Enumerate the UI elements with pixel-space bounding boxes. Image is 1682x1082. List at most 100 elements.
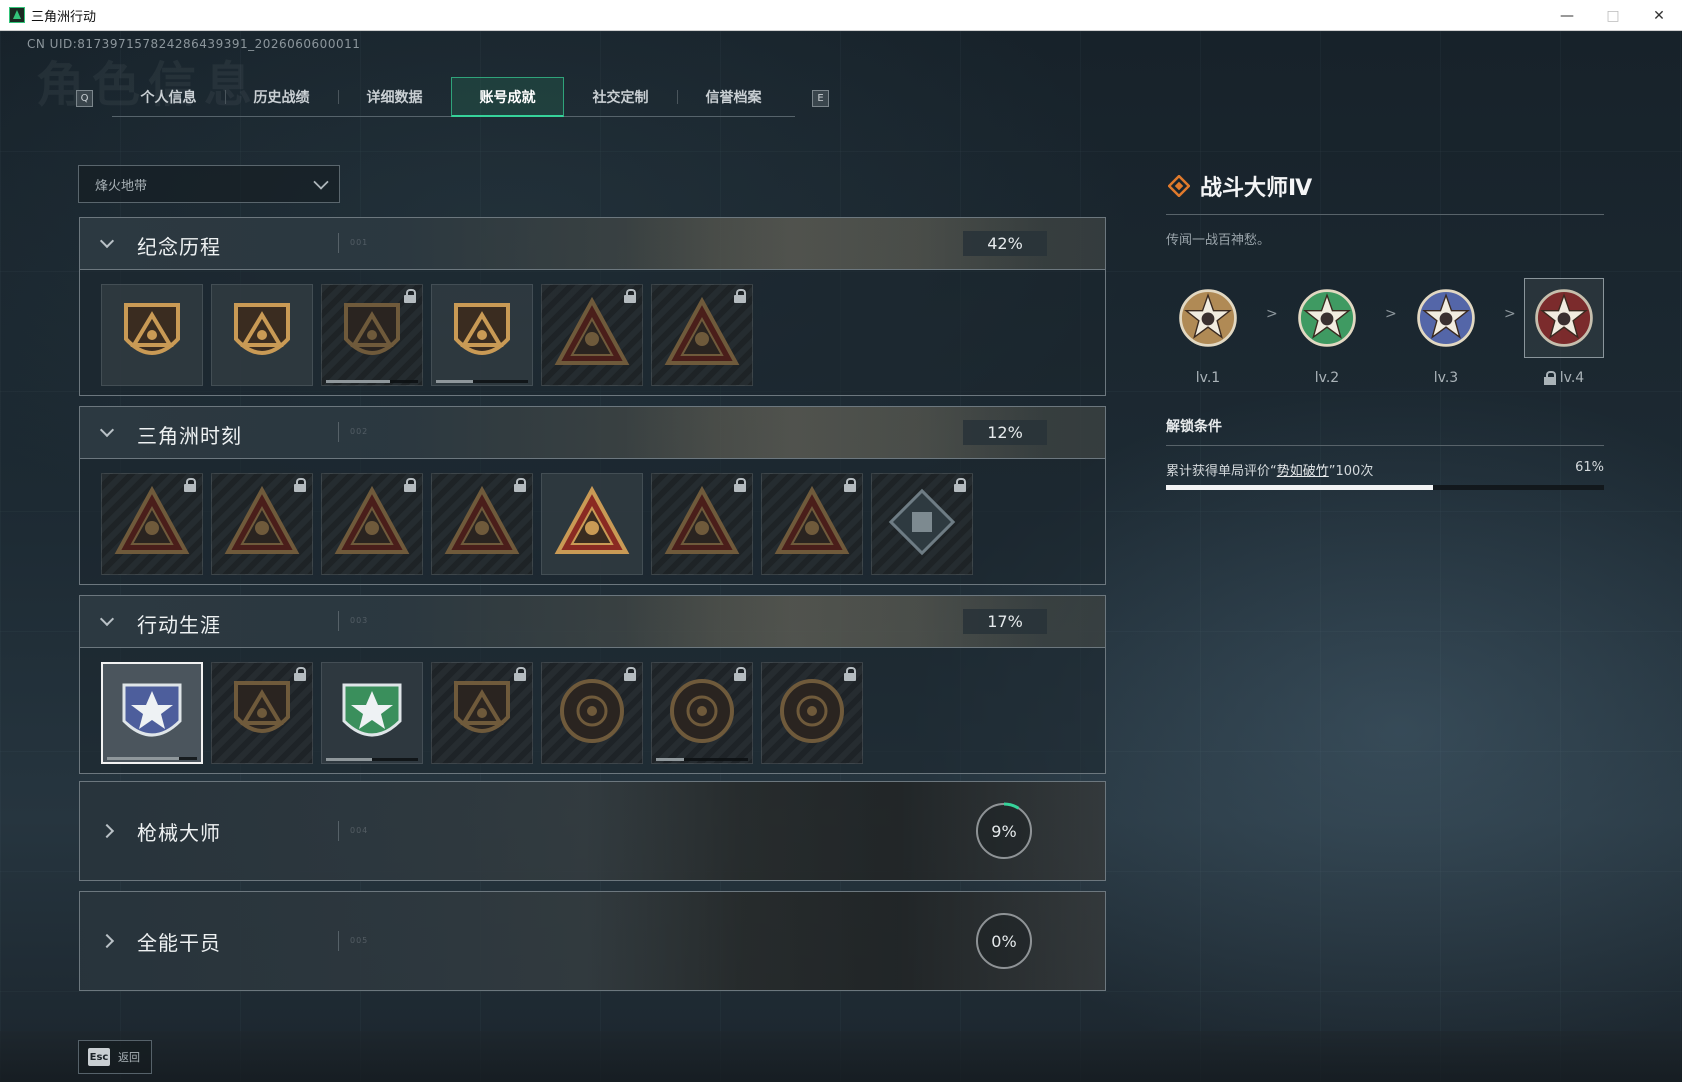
unlock-prefix: 累计获得单局评价“ <box>1166 464 1277 479</box>
maximize-icon[interactable]: □ <box>1590 0 1636 31</box>
category-delta-moments: 三角洲时刻 002 12% <box>79 406 1106 585</box>
category-title: 纪念历程 <box>137 235 221 259</box>
level-label: lv.4 <box>1543 370 1585 386</box>
lock-icon <box>624 289 636 303</box>
back-button[interactable]: Esc 返回 <box>78 1040 152 1074</box>
lock-icon <box>404 289 416 303</box>
esc-key-icon: Esc <box>88 1048 110 1066</box>
cube-diamond-icon <box>882 482 962 566</box>
achievement-badge[interactable] <box>431 662 533 764</box>
category-number: 004 <box>350 826 369 835</box>
unlock-suffix: ”100次 <box>1328 464 1374 479</box>
level-4[interactable]: lv.4 <box>1524 278 1604 388</box>
achievement-badge[interactable] <box>651 284 753 386</box>
mode-dropdown[interactable]: 烽火地带 <box>78 165 340 203</box>
lock-icon <box>404 478 416 492</box>
achievement-badge[interactable] <box>431 284 533 386</box>
category-progress: 17% <box>963 609 1047 634</box>
achievement-badge[interactable] <box>541 662 643 764</box>
detail-description: 传闻一战百神愁。 <box>1166 233 1271 248</box>
level-3[interactable]: lv.3 <box>1406 278 1486 388</box>
achievement-badge[interactable] <box>211 473 313 575</box>
tab-personal-info[interactable]: 个人信息 <box>112 77 225 117</box>
category-header[interactable]: 纪念历程 001 42% <box>80 218 1105 269</box>
category-progress: 12% <box>963 420 1047 445</box>
badge-progress-bar <box>656 758 748 761</box>
category-memorial: 纪念历程 001 42% <box>79 217 1106 396</box>
chevron-down-icon[interactable] <box>99 233 115 249</box>
chevron-right-icon[interactable] <box>99 823 115 839</box>
dice-triangle-icon <box>442 482 522 566</box>
badge-progress-bar <box>107 757 197 760</box>
tab-reputation[interactable]: 信誉档案 <box>677 77 790 117</box>
minimize-icon[interactable]: — <box>1544 0 1590 31</box>
achievement-badge[interactable] <box>541 473 643 575</box>
tab-history[interactable]: 历史战绩 <box>225 77 338 117</box>
achievement-badge[interactable] <box>871 473 973 575</box>
lock-icon <box>954 478 966 492</box>
tab-achievements[interactable]: 账号成就 <box>451 77 564 117</box>
achievement-badge[interactable] <box>541 284 643 386</box>
achievement-badge[interactable] <box>101 284 203 386</box>
badge-row <box>80 269 1105 395</box>
game-viewport: 角色信息 CN UID:817397157824286439391_202606… <box>0 31 1682 1082</box>
category-all-round-operator: 全能干员 005 0% <box>79 891 1106 991</box>
achievement-detail-panel: 战斗大师Ⅳ 传闻一战百神愁。 lv.1 > lv.2 > lv.3 > lv.4… <box>1166 166 1604 490</box>
badge-progress-fill <box>326 758 372 761</box>
tab-next-key-hint[interactable]: E <box>812 90 829 107</box>
level-1[interactable]: lv.1 <box>1168 278 1248 388</box>
lock-icon <box>514 478 526 492</box>
orange-diamond-icon <box>1168 175 1190 197</box>
bronze-star-medal-icon <box>1168 278 1248 358</box>
close-icon[interactable]: ✕ <box>1636 0 1682 31</box>
chevron-right-icon[interactable] <box>99 933 115 949</box>
category-header[interactable]: 全能干员 005 0% <box>80 892 1105 990</box>
achievement-badge[interactable] <box>211 284 313 386</box>
unlock-highlight-link[interactable]: 势如破竹 <box>1277 464 1329 479</box>
category-header[interactable]: 枪械大师 004 9% <box>80 782 1105 880</box>
level-label-text: lv.4 <box>1559 370 1585 386</box>
tab-social-custom[interactable]: 社交定制 <box>564 77 677 117</box>
tab-detailed-data[interactable]: 详细数据 <box>338 77 451 117</box>
eagle-crest-icon <box>442 293 522 377</box>
achievement-badge[interactable] <box>321 284 423 386</box>
unlock-condition-text: 累计获得单局评价“势如破竹”100次 <box>1166 460 1373 479</box>
level-progression: lv.1 > lv.2 > lv.3 > lv.4 <box>1166 278 1604 388</box>
achievement-badge[interactable] <box>431 473 533 575</box>
category-header[interactable]: 行动生涯 003 17% <box>80 596 1105 647</box>
eye-circle-icon <box>772 671 852 755</box>
achievement-badge[interactable] <box>761 662 863 764</box>
achievement-badge[interactable] <box>211 662 313 764</box>
category-number: 005 <box>350 936 369 945</box>
category-header[interactable]: 三角洲时刻 002 12% <box>80 407 1105 458</box>
hooded-triangle-icon <box>552 293 632 377</box>
lock-icon <box>734 667 746 681</box>
hex-shield-icon <box>332 293 412 377</box>
squad-triangle-icon <box>662 482 742 566</box>
kneeling-triangle-icon <box>332 482 412 566</box>
achievement-badge[interactable] <box>321 473 423 575</box>
achievement-badge[interactable] <box>651 662 753 764</box>
tab-prev-key-hint[interactable]: Q <box>76 90 93 107</box>
badge-progress-fill <box>656 758 684 761</box>
level-2[interactable]: lv.2 <box>1287 278 1367 388</box>
achievement-badge[interactable] <box>321 662 423 764</box>
achievement-badge[interactable] <box>101 473 203 575</box>
unlock-progress-fill <box>1166 485 1434 490</box>
divider <box>1166 214 1604 215</box>
red-star-medal-icon <box>1524 278 1604 358</box>
mode-dropdown-value: 烽火地带 <box>95 178 148 194</box>
lock-icon <box>294 478 306 492</box>
achievement-badge[interactable] <box>651 473 753 575</box>
chevron-down-icon[interactable] <box>99 611 115 627</box>
divider <box>338 821 339 841</box>
unlock-condition-title: 解锁条件 <box>1166 419 1222 435</box>
level-arrow: > <box>1385 306 1397 322</box>
category-number: 002 <box>350 427 369 436</box>
green-star-shield-icon <box>332 671 412 755</box>
category-title: 行动生涯 <box>137 613 221 637</box>
achievement-badge[interactable] <box>761 473 863 575</box>
chevron-down-icon[interactable] <box>99 422 115 438</box>
achievement-badge[interactable] <box>101 662 203 764</box>
divider <box>338 422 339 442</box>
